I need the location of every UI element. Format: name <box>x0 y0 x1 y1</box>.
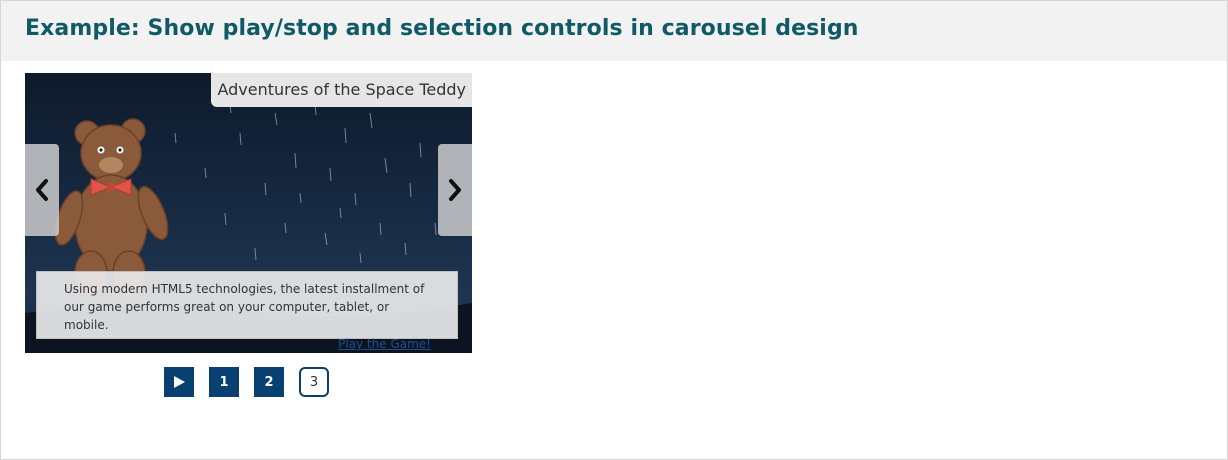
slide-caption: Using modern HTML5 technologies, the lat… <box>36 271 458 351</box>
caption-link-row: Play the Game! <box>64 335 431 353</box>
play-button[interactable] <box>164 367 194 397</box>
next-slide-button[interactable] <box>438 144 472 236</box>
play-icon <box>174 376 185 388</box>
example-header: Example: Show play/stop and selection co… <box>1 1 1227 61</box>
carousel: Adventures of the Space Teddy Using mode… <box>25 73 472 353</box>
page-title: Example: Show play/stop and selection co… <box>25 16 859 41</box>
slide-3-button[interactable]: 3 <box>299 367 329 397</box>
slide-title: Adventures of the Space Teddy <box>211 73 472 107</box>
example-frame: Example: Show play/stop and selection co… <box>0 0 1228 460</box>
star-trails <box>174 102 437 264</box>
slide-2-button[interactable]: 2 <box>254 367 284 397</box>
play-game-link[interactable]: Play the Game! <box>338 337 431 351</box>
teddy-bear <box>54 118 169 296</box>
teddy-muzzle <box>99 157 123 173</box>
previous-slide-button[interactable] <box>25 144 59 236</box>
carousel-controls: 1 2 3 <box>164 367 329 397</box>
slide-1-button[interactable]: 1 <box>209 367 239 397</box>
caption-text: Using modern HTML5 technologies, the lat… <box>64 282 425 332</box>
chevron-left-icon <box>36 179 48 201</box>
chevron-right-icon <box>449 179 461 201</box>
